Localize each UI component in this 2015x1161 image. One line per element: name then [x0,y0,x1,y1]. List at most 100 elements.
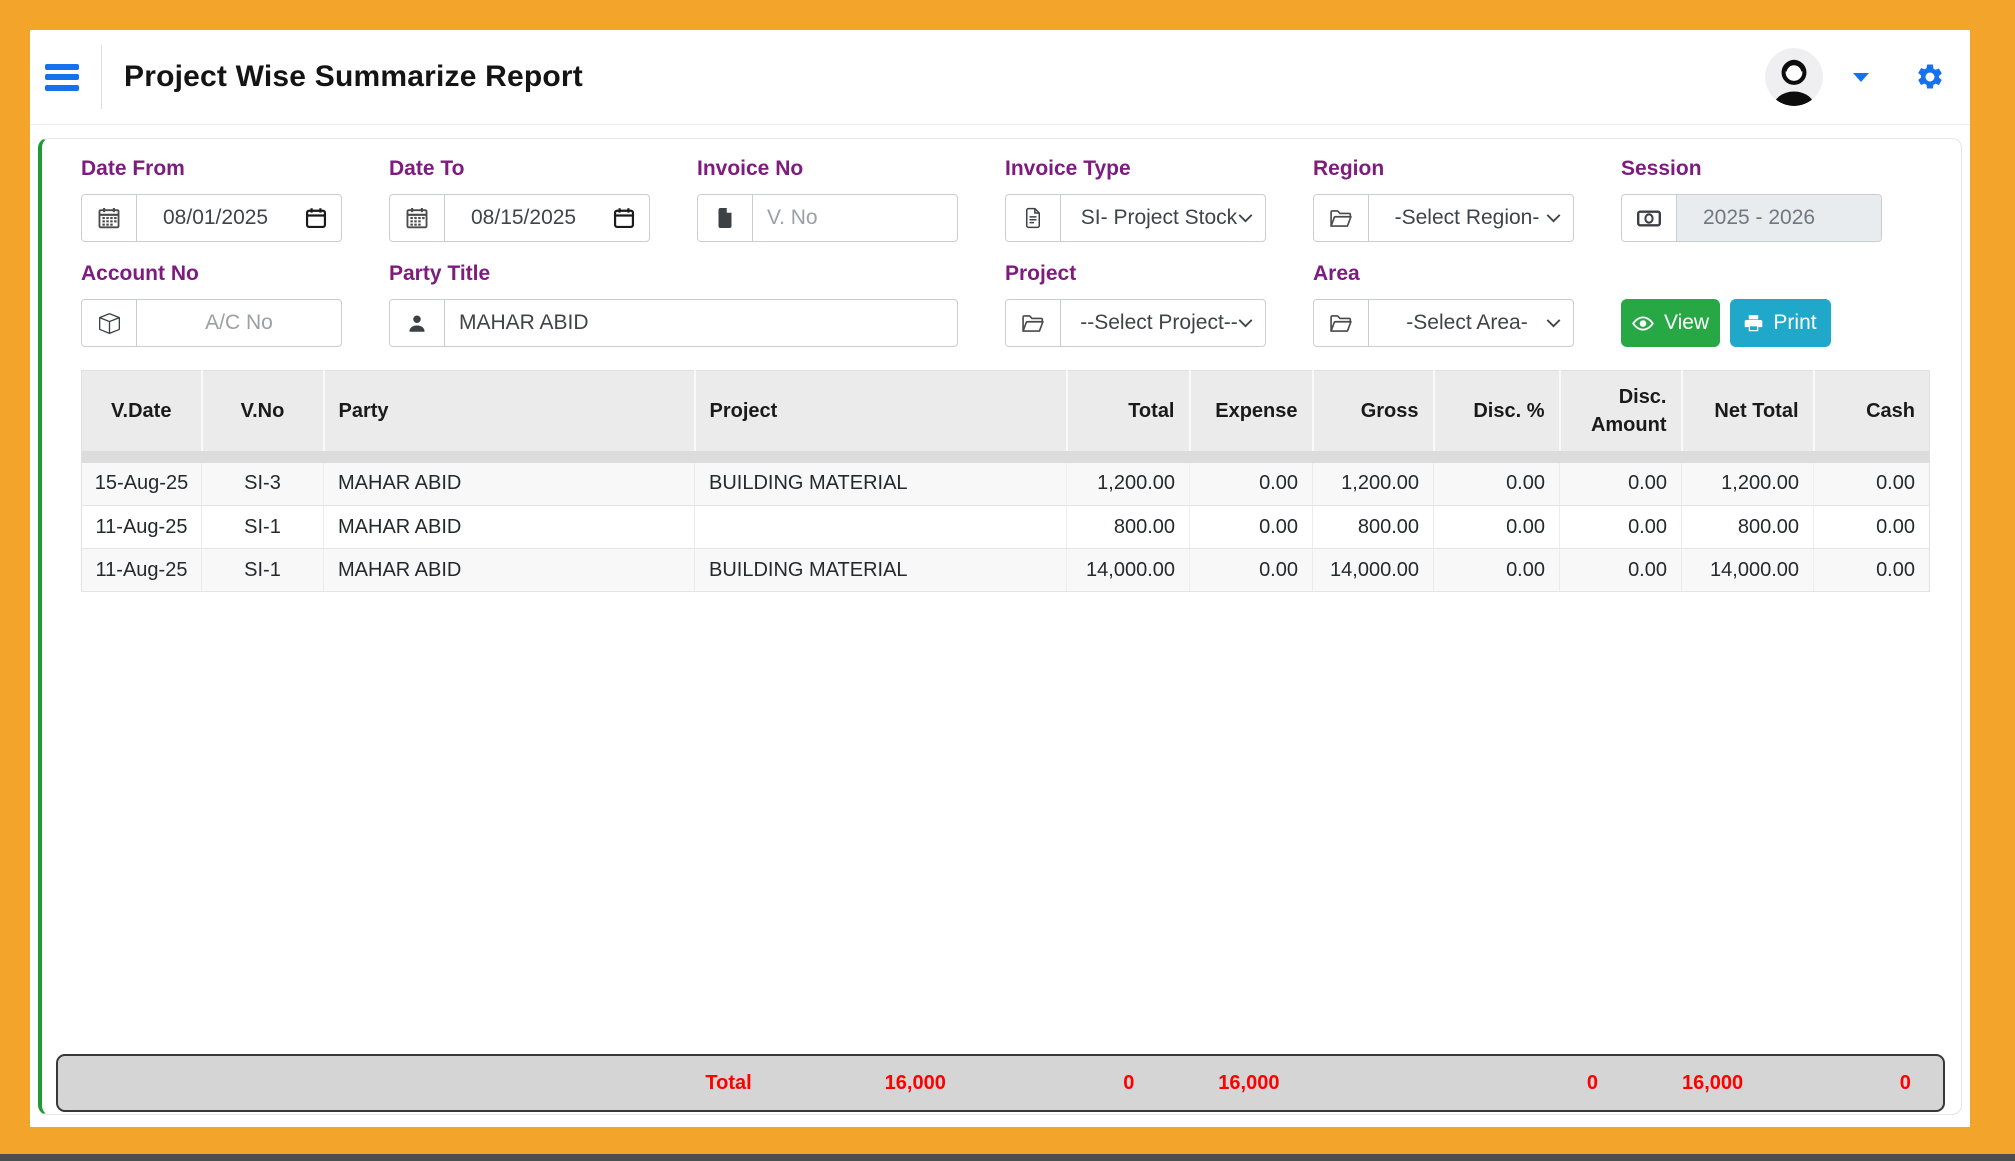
filter-region: Region -Select Region- [1313,156,1574,242]
invoice-no-field [697,194,958,242]
print-button-label: Print [1773,311,1816,335]
table-cell: SI-1 [202,549,324,592]
date-from-label: Date From [81,156,342,182]
window-bottom-edge [0,1154,2015,1161]
project-select[interactable]: --Select Project-- [1061,300,1265,346]
date-picker-icon[interactable] [305,195,327,241]
table-body: 15-Aug-25SI-3MAHAR ABIDBUILDING MATERIAL… [82,451,1930,592]
date-to-label: Date To [389,156,650,182]
date-to-field[interactable]: 08/15/2025 [389,194,650,242]
filter-invoice-type: Invoice Type SI- Project Stock [1005,156,1266,242]
filter-invoice-no: Invoice No [697,156,958,242]
app-window: Project Wise Summarize Report [30,30,1970,1127]
chevron-down-icon [1238,214,1253,223]
chevron-down-icon [1546,214,1561,223]
person-icon [390,300,445,346]
area-select[interactable]: -Select Area- [1369,300,1573,346]
session-label: Session [1621,156,1882,182]
folder-open-icon [1314,195,1369,241]
column-header: Cash [1814,371,1930,451]
table-cell: 0.00 [1560,549,1682,592]
table-cell: 15-Aug-25 [82,463,202,506]
topbar-divider [101,45,102,109]
table-cell: 11-Aug-25 [82,549,202,592]
session-field: 2025 - 2026 [1621,194,1882,242]
totals-cash: 0 [1743,1072,1911,1095]
calendar-icon [390,195,445,241]
folder-open-icon [1006,300,1061,346]
party-title-input[interactable] [445,300,957,346]
table-cell: 800.00 [1067,506,1190,549]
page-title: Project Wise Summarize Report [124,60,583,94]
report-panel: Date From 08/01/2025 Date To [38,138,1962,1115]
printer-icon [1744,314,1763,333]
view-button-label: View [1664,311,1709,335]
table-cell: 14,000.00 [1313,549,1434,592]
totals-total: 16,000 [752,1072,946,1095]
date-from-field[interactable]: 08/01/2025 [81,194,342,242]
table-cell: SI-1 [202,506,324,549]
table-cell: SI-3 [202,463,324,506]
table-cell: 800.00 [1313,506,1434,549]
region-label: Region [1313,156,1574,182]
column-header: Expense [1190,371,1313,451]
table-cell: MAHAR ABID [324,549,695,592]
table-cell: 0.00 [1190,463,1313,506]
session-value: 2025 - 2026 [1677,195,1881,241]
table-row: 11-Aug-25SI-1MAHAR ABIDBUILDING MATERIAL… [82,549,1930,592]
region-selected: -Select Region- [1395,206,1540,230]
chevron-down-icon [1546,319,1561,328]
filter-project: Project --Select Project-- [1005,261,1266,347]
hamburger-menu-icon[interactable] [45,64,79,91]
invoice-type-field: SI- Project Stock [1005,194,1266,242]
invoice-no-input[interactable] [753,195,957,241]
totals-net-total: 16,000 [1598,1072,1743,1095]
party-title-label: Party Title [389,261,958,287]
region-field: -Select Region- [1313,194,1574,242]
table-cell: 0.00 [1814,506,1930,549]
view-button[interactable]: View [1621,299,1720,347]
party-title-field [389,299,958,347]
table-cell: MAHAR ABID [324,463,695,506]
column-header: V.No [202,371,324,451]
column-header: Project [695,371,1067,451]
print-button[interactable]: Print [1730,299,1831,347]
filter-date-to: Date To 08/15/2025 [389,156,650,242]
table-cell: 11-Aug-25 [82,506,202,549]
area-selected: -Select Area- [1406,311,1527,335]
table-cell [695,506,1067,549]
table-row: 11-Aug-25SI-1MAHAR ABID800.000.00800.000… [82,506,1930,549]
filter-account-no: Account No [81,261,342,347]
account-no-field [81,299,342,347]
table-cell: 1,200.00 [1067,463,1190,506]
invoice-type-selected: SI- Project Stock [1081,206,1237,230]
folder-open-icon [1314,300,1369,346]
table-cell: 1,200.00 [1682,463,1814,506]
area-field: -Select Area- [1313,299,1574,347]
table-cell: MAHAR ABID [324,506,695,549]
column-header: Gross [1313,371,1434,451]
file-text-icon [1006,195,1061,241]
region-select[interactable]: -Select Region- [1369,195,1573,241]
chevron-down-icon[interactable] [1853,73,1869,82]
totals-expense: 0 [946,1072,1135,1095]
money-bill-icon [1622,195,1677,241]
action-buttons: View Print [1621,299,1831,347]
top-bar: Project Wise Summarize Report [30,30,1970,125]
account-no-label: Account No [81,261,342,287]
account-no-input[interactable] [137,300,341,346]
date-picker-icon[interactable] [613,195,635,241]
table-cell: 0.00 [1190,549,1313,592]
date-from-value[interactable]: 08/01/2025 [137,195,305,241]
date-to-value[interactable]: 08/15/2025 [445,195,613,241]
invoice-type-select[interactable]: SI- Project Stock [1061,195,1265,241]
gear-icon[interactable] [1915,62,1945,92]
table-cell: 800.00 [1682,506,1814,549]
totals-label: Total [58,1072,752,1095]
spacer-row [82,451,1930,463]
column-header: Net Total [1682,371,1814,451]
eye-icon [1632,316,1654,331]
user-avatar[interactable] [1765,48,1823,106]
column-header: Disc. Amount [1560,371,1682,451]
report-table: V.DateV.NoPartyProjectTotalExpenseGrossD… [81,370,1930,592]
